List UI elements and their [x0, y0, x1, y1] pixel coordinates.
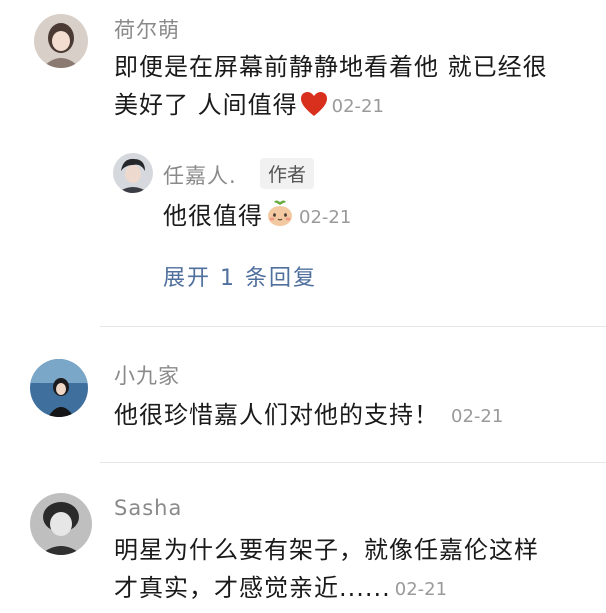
avatar[interactable]: [113, 153, 153, 193]
expand-replies-link[interactable]: 展开 1 条回复: [163, 260, 317, 292]
user-avatar-icon: [30, 493, 92, 555]
avatar[interactable]: [30, 359, 88, 417]
avatar[interactable]: [30, 493, 92, 555]
comment-thread: 荷尔萌 即便是在屏幕前静静地看着他 就已经很 美好了 人间值得 02-21 任嘉人…: [0, 0, 606, 613]
timestamp: 02-21: [331, 96, 384, 117]
user-avatar-icon: [30, 359, 88, 417]
timestamp: 02-21: [451, 406, 504, 427]
author-avatar-icon: [113, 153, 153, 193]
comment-text-line: 他很珍惜嘉人们对他的支持！: [114, 401, 439, 429]
user-avatar-icon: [34, 14, 88, 68]
comment-text-line: 明星为什么要有架子，就像任嘉伦这样: [114, 536, 539, 564]
comment-text: 他很珍惜嘉人们对他的支持！ 02-21: [114, 396, 503, 436]
comment-author[interactable]: 荷尔萌: [114, 14, 180, 44]
author-badge: 作者: [260, 158, 315, 189]
peach-icon: [268, 200, 292, 226]
timestamp: 02-21: [394, 579, 448, 600]
comment-text-line: 即便是在屏幕前静静地看着他 就已经很: [114, 53, 548, 81]
comment-text-line: 美好了 人间值得: [114, 91, 298, 119]
comment-text: 才真实，才感觉亲近...... 02-21: [114, 569, 447, 609]
reply-text-line: 他很值得: [163, 202, 263, 230]
comment-text: 即便是在屏幕前静静地看着他 就已经很: [114, 48, 548, 86]
comment-text: 美好了 人间值得 02-21: [114, 86, 384, 126]
timestamp: 02-21: [299, 207, 352, 228]
heart-icon: [300, 92, 327, 116]
divider: [100, 326, 606, 327]
comment-author[interactable]: Sasha: [114, 496, 182, 520]
reply-author[interactable]: 任嘉人.: [163, 160, 237, 190]
reply-text: 他很值得 02-21: [163, 197, 351, 237]
divider: [100, 462, 606, 463]
comment-text: 明星为什么要有架子，就像任嘉伦这样: [114, 531, 539, 569]
comment-text-line: 才真实，才感觉亲近......: [114, 574, 391, 602]
avatar[interactable]: [34, 14, 88, 68]
comment-author[interactable]: 小九家: [114, 360, 180, 390]
